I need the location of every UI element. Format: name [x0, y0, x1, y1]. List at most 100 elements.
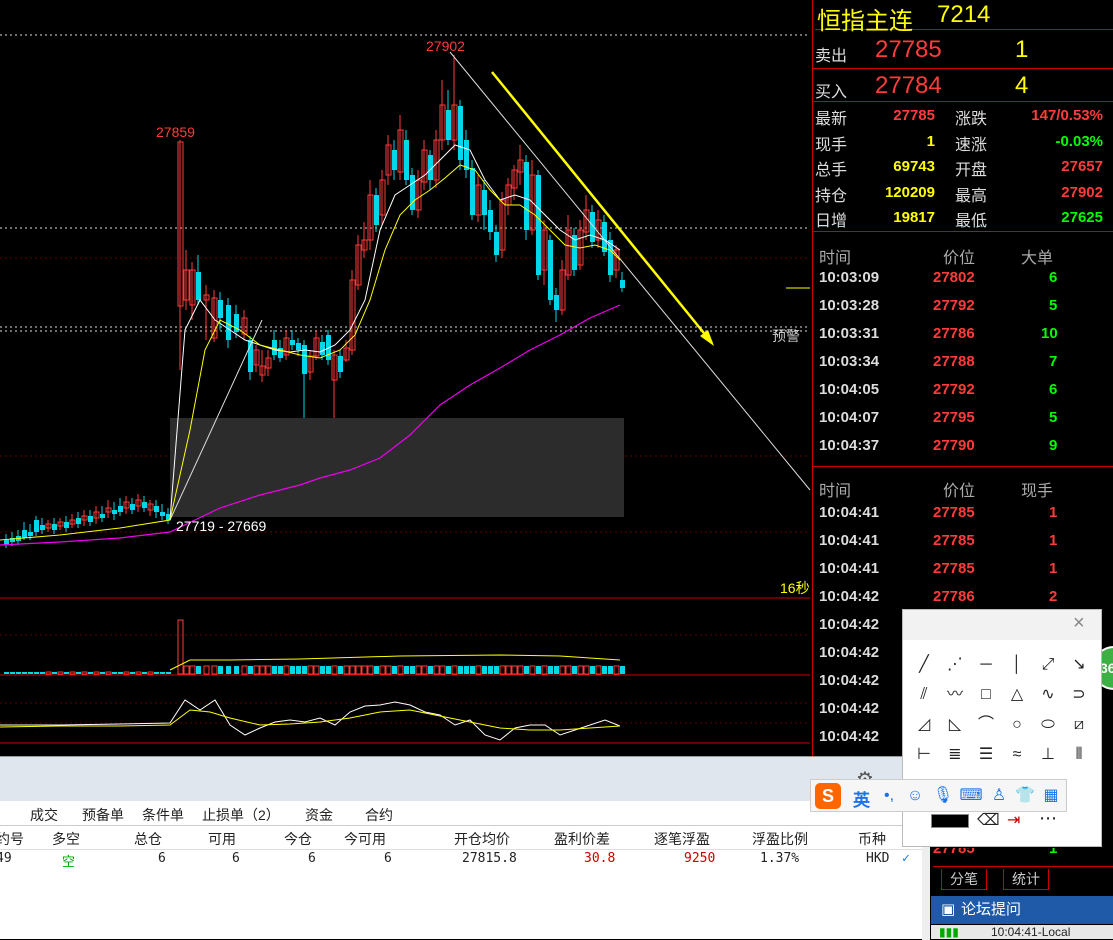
column-header[interactable]: 盈利价差	[554, 829, 610, 849]
eraser-icon[interactable]: ⌫	[977, 810, 1000, 830]
volume-bar	[160, 672, 165, 674]
layers-icon[interactable]: ⇥	[1007, 810, 1020, 830]
rect-icon[interactable]: □	[975, 684, 997, 706]
column-header[interactable]: 今仓	[284, 829, 312, 849]
hline-icon[interactable]: ─	[975, 654, 997, 676]
arrow-down-icon[interactable]: ↘	[1068, 654, 1090, 676]
candle-body	[548, 240, 553, 300]
volume-bar	[529, 665, 536, 675]
circle-icon[interactable]: ○	[1006, 714, 1028, 736]
big-order-price: 27795	[933, 409, 975, 426]
column-header[interactable]: 多空	[52, 829, 80, 849]
column-header[interactable]: 逐笔浮盈	[654, 829, 710, 849]
position-cell: 6	[308, 851, 316, 866]
tab-fenbi[interactable]: 分笔	[941, 869, 987, 890]
tick-qty: 1	[1049, 504, 1058, 521]
big-order-qty: 7	[1049, 353, 1058, 370]
user-icon[interactable]: ♙	[987, 784, 1011, 808]
trade-tab[interactable]: 预备单	[82, 805, 124, 825]
big-order-row[interactable]: 10:04:37 27790 9	[813, 432, 1113, 460]
pitchfork-icon[interactable]: ⊢	[913, 744, 935, 766]
column-header[interactable]: 币种	[858, 829, 886, 849]
trade-tab[interactable]: 成交	[30, 805, 58, 825]
big-order-qty: 5	[1049, 409, 1058, 426]
column-header[interactable]: 总仓	[134, 829, 162, 849]
status-time: 10:04:41-Local	[991, 925, 1071, 939]
candle-body	[64, 522, 69, 528]
column-header[interactable]: 开仓均价	[454, 829, 510, 849]
volume-bar	[10, 672, 15, 674]
ellipse-icon[interactable]: ⬭	[1037, 714, 1059, 736]
tab-tongji[interactable]: 统计	[1003, 869, 1049, 890]
fib-icon[interactable]: ◿	[913, 714, 935, 736]
position-cell: 6	[232, 851, 240, 866]
color-swatch[interactable]	[931, 814, 969, 828]
big-order-row[interactable]: 10:03:34 27788 7	[813, 348, 1113, 376]
emoji-icon[interactable]: ☺	[903, 784, 927, 808]
tick-header: 时间 价位 现手	[813, 473, 1113, 500]
skin-shirt-icon[interactable]: 👕	[1013, 784, 1037, 808]
curve-icon[interactable]: ⌒	[975, 714, 997, 736]
big-order-row[interactable]: 10:03:28 27792 5	[813, 292, 1113, 320]
sine-icon[interactable]: ∿	[1037, 684, 1059, 706]
vline-icon[interactable]: │	[1006, 654, 1028, 676]
column-header[interactable]: 可用	[208, 829, 236, 849]
sogou-logo-icon[interactable]: S	[815, 783, 841, 809]
volume-bar	[118, 672, 123, 674]
ray-icon[interactable]: ⋰	[944, 654, 966, 676]
tick-row[interactable]: 10:04:41 27785 1	[813, 527, 1113, 555]
toolbox-icon[interactable]: ▦	[1039, 784, 1063, 808]
volume-bar	[218, 666, 223, 674]
candle-body	[392, 150, 397, 170]
trade-tab[interactable]: 止损单（2）	[202, 805, 280, 825]
big-order-time: 10:04:07	[819, 409, 880, 426]
volume-bar	[458, 666, 463, 674]
arrow-line-icon[interactable]: ⤢	[1037, 654, 1059, 676]
close-icon[interactable]: ×	[1073, 612, 1085, 635]
fan-icon[interactable]: ⊥	[1037, 744, 1059, 766]
big-order-time: 10:04:05	[819, 381, 880, 398]
volume-bar	[374, 666, 379, 674]
gann-icon[interactable]: ≈	[1006, 744, 1028, 766]
chart-canvas[interactable]	[0, 0, 812, 760]
trade-tab[interactable]: 资金	[305, 805, 333, 825]
candlestick-chart[interactable]: 27902 27859 27719 - 27669 预警 16秒	[0, 0, 812, 760]
wave-icon[interactable]: 〰	[944, 684, 966, 706]
channel-icon[interactable]: ⧄	[1068, 714, 1090, 736]
stat-label: 最新	[815, 111, 848, 128]
tick-time: 10:04:41	[819, 532, 880, 549]
big-order-row[interactable]: 10:03:31 27786 10	[813, 320, 1113, 348]
quote-title: 恒指主连 7214	[815, 0, 1113, 35]
forum-button[interactable]: ▣ 论坛提问	[931, 896, 1113, 924]
triangle-icon[interactable]: △	[1006, 684, 1028, 706]
column-header[interactable]: 浮盈比例	[752, 829, 808, 849]
tick-time: 10:04:42	[819, 728, 880, 745]
volume-bar	[196, 666, 201, 674]
candle-body	[470, 168, 475, 215]
parallel-icon[interactable]: ⫽	[913, 684, 935, 706]
bars-icon[interactable]: ⦀	[1068, 744, 1090, 766]
level-icon[interactable]: ≣	[944, 744, 966, 766]
keyboard-icon[interactable]: ⌨	[959, 784, 983, 808]
angle-icon[interactable]: ◺	[944, 714, 966, 736]
big-order-row[interactable]: 10:03:09 27802 6	[813, 264, 1113, 292]
arc-icon[interactable]: ⊃	[1068, 684, 1090, 706]
punctuation-icon[interactable]: •,	[877, 784, 901, 808]
volume-bar	[64, 672, 69, 674]
ime-language-toggle[interactable]: 英	[853, 786, 870, 811]
big-order-row[interactable]: 10:04:07 27795 5	[813, 404, 1113, 432]
trade-tab[interactable]: 合约	[365, 805, 393, 825]
tick-row[interactable]: 10:04:42 27786 2	[813, 583, 1113, 611]
big-order-row[interactable]: 10:04:05 27792 6	[813, 376, 1113, 404]
candle-body	[374, 195, 379, 225]
position-cell: 6	[158, 851, 166, 866]
column-header[interactable]: 约号	[0, 829, 24, 849]
column-header[interactable]: 今可用	[344, 829, 386, 849]
line-icon[interactable]: ╱	[913, 654, 935, 676]
trade-tab[interactable]: 条件单	[142, 805, 184, 825]
microphone-icon[interactable]: 🎙	[931, 784, 955, 808]
tick-row[interactable]: 10:04:41 27785 1	[813, 555, 1113, 583]
high-price-label: 27902	[426, 38, 465, 54]
grid-icon[interactable]: ☰	[975, 744, 997, 766]
tick-row[interactable]: 10:04:41 27785 1	[813, 499, 1113, 527]
